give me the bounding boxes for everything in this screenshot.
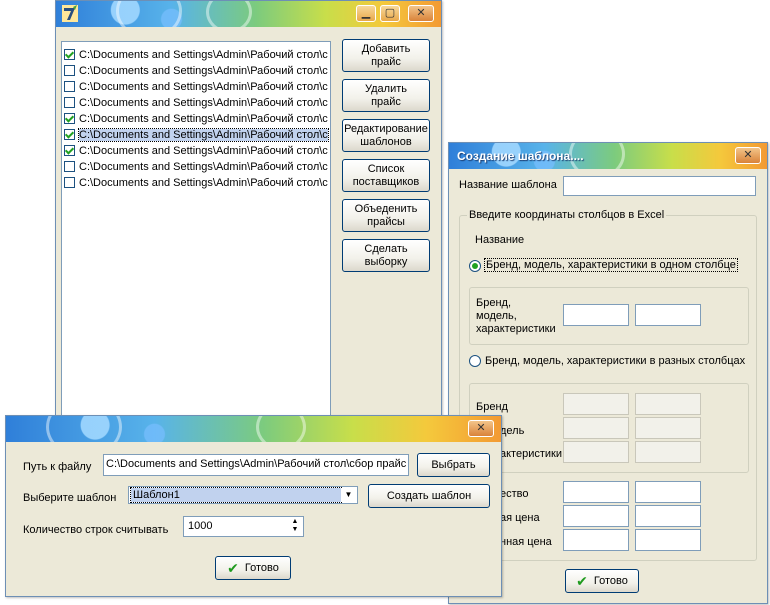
item-path: C:\Documents and Settings\Admin\Рабочий … bbox=[79, 177, 328, 189]
template-name-input[interactable] bbox=[563, 176, 756, 196]
model-to-input[interactable] bbox=[635, 417, 701, 439]
path-label: Путь к файлу bbox=[23, 461, 92, 473]
close-icon: ✕ bbox=[416, 7, 426, 19]
item-checkbox[interactable] bbox=[64, 49, 75, 60]
radio-multi-label: Бренд, модель, характеристики в разных с… bbox=[485, 355, 746, 367]
price2-from-input[interactable] bbox=[563, 529, 629, 551]
item-checkbox[interactable] bbox=[64, 81, 75, 92]
template-titlebar[interactable]: Создание шаблона.... ✕ bbox=[449, 143, 767, 169]
coords-group-title: Введите координаты столбцов в Excel bbox=[467, 209, 667, 221]
merge-prices-button[interactable]: Объеденить прайсы bbox=[342, 199, 430, 232]
model-label: дель bbox=[500, 425, 525, 437]
price-list[interactable]: C:\Documents and Settings\Admin\Рабочий … bbox=[61, 41, 331, 417]
list-item[interactable]: C:\Documents and Settings\Admin\Рабочий … bbox=[64, 96, 330, 111]
minimize-icon: ▁ bbox=[361, 7, 371, 19]
radio-single-label: Бренд, модель, характеристики в одном ст… bbox=[484, 258, 738, 272]
suppliers-button[interactable]: Список поставщиков bbox=[342, 159, 430, 192]
item-checkbox[interactable] bbox=[64, 97, 75, 108]
main-window: ▁ ▢ ✕ C:\Documents and Settings\Admin\Ра… bbox=[55, 0, 442, 427]
item-checkbox[interactable] bbox=[64, 177, 75, 188]
list-item[interactable]: C:\Documents and Settings\Admin\Рабочий … bbox=[64, 64, 330, 79]
brand-label: Бренд bbox=[476, 401, 508, 413]
template-close-button[interactable]: ✕ bbox=[735, 147, 761, 164]
minimize-button[interactable]: ▁ bbox=[356, 5, 376, 22]
path-input[interactable]: C:\Documents and Settings\Admin\Рабочий … bbox=[103, 454, 409, 476]
item-checkbox[interactable] bbox=[64, 145, 75, 156]
price-label: ая цена bbox=[500, 512, 540, 524]
make-selection-button[interactable]: Сделать выборку bbox=[342, 239, 430, 272]
price-to-input[interactable] bbox=[635, 505, 701, 527]
item-checkbox[interactable] bbox=[64, 113, 75, 124]
brand-from-input[interactable] bbox=[563, 393, 629, 415]
create-template-button[interactable]: Создать шаблон bbox=[368, 484, 490, 508]
check-icon: ✔ bbox=[227, 559, 239, 576]
list-item[interactable]: C:\Documents and Settings\Admin\Рабочий … bbox=[64, 48, 330, 63]
load-titlebar[interactable]: ✕ bbox=[6, 416, 501, 442]
edit-templates-button[interactable]: Редактирование шаблонов bbox=[342, 119, 430, 152]
single-column-label-2: модель, bbox=[476, 310, 517, 322]
qty-to-input[interactable] bbox=[635, 481, 701, 503]
radio-single-column[interactable] bbox=[469, 260, 481, 272]
qty-label: ество bbox=[500, 488, 529, 500]
rows-stepper[interactable]: 1000 ▲ ▼ bbox=[183, 516, 304, 537]
item-path: C:\Documents and Settings\Admin\Рабочий … bbox=[79, 81, 328, 93]
price2-label: нная цена bbox=[500, 536, 552, 548]
item-checkbox[interactable] bbox=[64, 161, 75, 172]
list-item[interactable]: C:\Documents and Settings\Admin\Рабочий … bbox=[64, 176, 330, 191]
template-name-label: Название шаблона bbox=[459, 179, 557, 191]
template-title: Создание шаблона.... bbox=[457, 149, 584, 163]
chars-from-input[interactable] bbox=[563, 441, 629, 463]
single-column-label-3: характеристики bbox=[476, 323, 556, 335]
main-titlebar[interactable]: ▁ ▢ ✕ bbox=[56, 1, 441, 27]
browse-button[interactable]: Выбрать bbox=[417, 453, 490, 477]
list-item[interactable]: C:\Documents and Settings\Admin\Рабочий … bbox=[64, 144, 330, 159]
item-path: C:\Documents and Settings\Admin\Рабочий … bbox=[78, 128, 329, 142]
template-select-label: Выберите шаблон bbox=[23, 492, 117, 504]
radio-multi-column[interactable] bbox=[469, 355, 481, 367]
maximize-icon: ▢ bbox=[384, 7, 396, 19]
list-item[interactable]: C:\Documents and Settings\Admin\Рабочий … bbox=[64, 80, 330, 95]
load-window: ✕ Путь к файлу C:\Documents and Settings… bbox=[5, 415, 502, 597]
close-icon: ✕ bbox=[743, 149, 753, 161]
item-path: C:\Documents and Settings\Admin\Рабочий … bbox=[79, 113, 328, 125]
load-close-button[interactable]: ✕ bbox=[468, 420, 494, 437]
name-section-label: Название bbox=[475, 234, 525, 246]
price-from-input[interactable] bbox=[563, 505, 629, 527]
maximize-button[interactable]: ▢ bbox=[380, 5, 400, 22]
check-icon: ✔ bbox=[576, 572, 588, 589]
item-path: C:\Documents and Settings\Admin\Рабочий … bbox=[79, 145, 328, 157]
close-icon: ✕ bbox=[476, 422, 486, 434]
single-column-label-1: Бренд, bbox=[476, 297, 512, 309]
price2-to-input[interactable] bbox=[635, 529, 701, 551]
item-checkbox[interactable] bbox=[64, 65, 75, 76]
chevron-down-icon[interactable]: ▼ bbox=[341, 488, 356, 502]
brand-to-input[interactable] bbox=[635, 393, 701, 415]
model-from-input[interactable] bbox=[563, 417, 629, 439]
single-col-from-input[interactable] bbox=[563, 304, 629, 326]
app-icon bbox=[62, 5, 78, 22]
qty-from-input[interactable] bbox=[563, 481, 629, 503]
chars-label: актеристики bbox=[500, 448, 562, 460]
add-price-button[interactable]: Добавить прайс bbox=[342, 39, 430, 72]
item-path: C:\Documents and Settings\Admin\Рабочий … bbox=[79, 65, 328, 77]
rows-label: Количество строк считывать bbox=[23, 524, 169, 536]
close-button[interactable]: ✕ bbox=[408, 5, 434, 22]
delete-price-button[interactable]: Удалить прайс bbox=[342, 79, 430, 112]
load-ok-button[interactable]: ✔ Готово bbox=[215, 556, 291, 580]
item-checkbox[interactable] bbox=[64, 129, 75, 140]
single-col-to-input[interactable] bbox=[635, 304, 701, 326]
item-path: C:\Documents and Settings\Admin\Рабочий … bbox=[79, 161, 328, 173]
list-item[interactable]: C:\Documents and Settings\Admin\Рабочий … bbox=[64, 112, 330, 127]
list-item[interactable]: C:\Documents and Settings\Admin\Рабочий … bbox=[64, 128, 330, 143]
template-select[interactable]: Шаблон1 ▼ bbox=[128, 486, 358, 504]
template-ok-button[interactable]: ✔ Готово bbox=[565, 569, 639, 593]
list-item[interactable]: C:\Documents and Settings\Admin\Рабочий … bbox=[64, 160, 330, 175]
item-path: C:\Documents and Settings\Admin\Рабочий … bbox=[79, 97, 328, 109]
item-path: C:\Documents and Settings\Admin\Рабочий … bbox=[79, 49, 328, 61]
chars-to-input[interactable] bbox=[635, 441, 701, 463]
stepper-arrows-icon[interactable]: ▲ ▼ bbox=[289, 518, 301, 535]
